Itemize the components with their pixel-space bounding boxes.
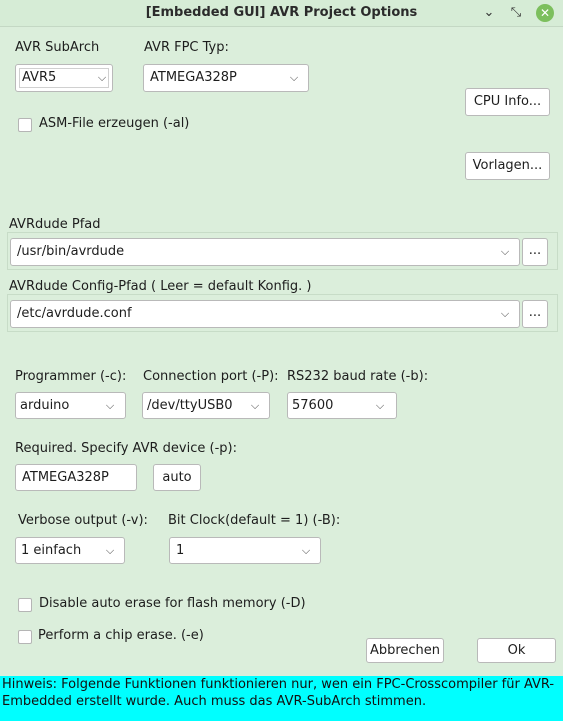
avrdude-config-browse-button[interactable]: ... — [522, 300, 548, 328]
connection-port-label: Connection port (-P): — [143, 369, 279, 384]
hint-line-2: Embedded erstellt wurde. Auch muss das A… — [2, 694, 427, 709]
verbose-combo[interactable]: 1 einfach ⌵ — [15, 537, 125, 564]
bit-clock-value: 1 — [176, 543, 185, 558]
chevron-down-icon: ⌵ — [500, 307, 510, 320]
disable-erase-label: Disable auto erase for flash memory (-D) — [39, 596, 306, 611]
programmer-label: Programmer (-c): — [15, 369, 127, 384]
fpc-typ-value: ATMEGA328P — [150, 70, 237, 85]
avrdude-config-combo[interactable]: /etc/avrdude.conf ⌵ — [10, 300, 520, 328]
avrdude-path-browse-button[interactable]: ... — [522, 238, 548, 266]
asm-file-label: ASM-File erzeugen (-al) — [39, 116, 190, 131]
chip-erase-checkbox[interactable] — [18, 630, 32, 644]
avrdude-config-label: AVRdude Config-Pfad ( Leer = default Kon… — [9, 279, 312, 294]
verbose-label: Verbose output (-v): — [18, 513, 148, 528]
programmer-value: arduino — [20, 398, 70, 413]
minimize-icon[interactable]: ⌄ — [479, 3, 499, 23]
cpu-info-button[interactable]: CPU Info... — [465, 88, 550, 116]
avrdude-config-value: /etc/avrdude.conf — [17, 306, 132, 321]
avrdude-path-combo[interactable]: /usr/bin/avrdude ⌵ — [10, 238, 520, 266]
chevron-down-icon: ⌵ — [500, 245, 510, 258]
connection-port-value: /dev/ttyUSB0 — [147, 398, 233, 413]
close-icon[interactable]: ✕ — [536, 4, 554, 22]
chevron-down-icon: ⌵ — [375, 399, 385, 412]
chevron-down-icon: ⌵ — [105, 399, 115, 412]
avrdude-path-value: /usr/bin/avrdude — [17, 244, 125, 259]
disable-erase-checkbox[interactable] — [18, 598, 32, 612]
avrdude-path-label: AVRdude Pfad — [9, 217, 101, 232]
baud-rate-combo[interactable]: 57600 ⌵ — [287, 392, 397, 419]
baud-rate-value: 57600 — [292, 398, 334, 413]
fpc-typ-label: AVR FPC Typ: — [144, 40, 229, 55]
connection-port-combo[interactable]: /dev/ttyUSB0 ⌵ — [142, 392, 270, 419]
chevron-down-icon: ⌵ — [250, 399, 260, 412]
subarch-label: AVR SubArch — [15, 40, 100, 55]
hint-line-1: Hinweis: Folgende Funktionen funktionier… — [2, 677, 555, 692]
chevron-down-icon: ⌵ — [105, 544, 115, 557]
baud-rate-label: RS232 baud rate (-b): — [287, 369, 429, 384]
chip-erase-label: Perform a chip erase. (-e) — [38, 628, 204, 643]
chevron-down-icon: ⌵ — [301, 544, 311, 557]
restore-icon[interactable]: ⤡ — [506, 3, 526, 23]
bit-clock-combo[interactable]: 1 ⌵ — [169, 537, 321, 564]
chevron-down-icon: ⌵ — [97, 71, 107, 84]
avr-device-label: Required. Specify AVR device (-p): — [15, 441, 237, 456]
hint-panel: Hinweis: Folgende Funktionen funktionier… — [0, 676, 563, 721]
avr-device-input[interactable]: ATMEGA328P — [15, 464, 137, 491]
auto-button[interactable]: auto — [153, 464, 201, 491]
subarch-value: AVR5 — [22, 70, 57, 85]
avr-device-value: ATMEGA328P — [22, 470, 109, 485]
ok-button[interactable]: Ok — [477, 638, 556, 663]
subarch-combo[interactable]: AVR5 ⌵ — [15, 64, 113, 92]
asm-file-checkbox[interactable] — [18, 118, 32, 132]
bit-clock-label: Bit Clock(default = 1) (-B): — [168, 513, 341, 528]
programmer-combo[interactable]: arduino ⌵ — [15, 392, 126, 419]
vorlagen-button[interactable]: Vorlagen... — [465, 152, 550, 180]
cancel-button[interactable]: Abbrechen — [366, 638, 444, 663]
chevron-down-icon: ⌵ — [289, 71, 299, 84]
verbose-value: 1 einfach — [21, 543, 82, 558]
fpc-typ-combo[interactable]: ATMEGA328P ⌵ — [143, 64, 309, 92]
